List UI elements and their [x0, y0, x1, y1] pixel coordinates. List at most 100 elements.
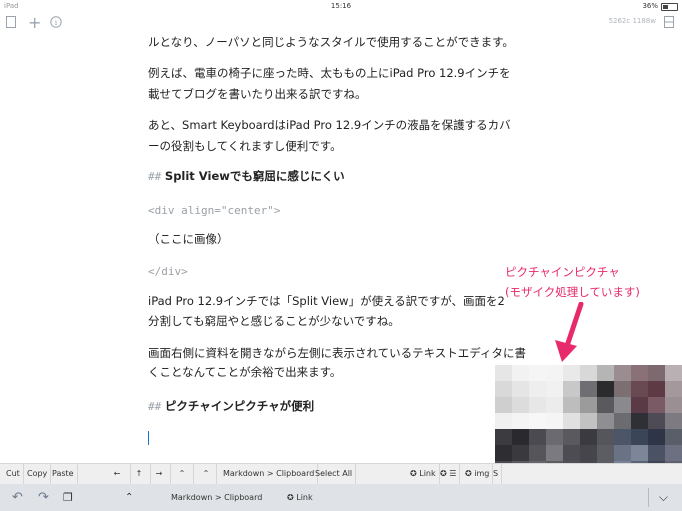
mosaic-tile [580, 413, 597, 429]
mosaic-tile [648, 381, 665, 397]
hide-keyboard-icon[interactable]: ⌵ [659, 484, 668, 511]
caret-key[interactable]: ⌃ [125, 484, 133, 511]
clock: 15:16 [330, 2, 352, 10]
mosaic-tile [495, 397, 512, 413]
mosaic-tile [580, 397, 597, 413]
mosaic-tile [614, 365, 631, 381]
battery-icon [661, 3, 678, 11]
mosaic-tile [546, 413, 563, 429]
copy-button[interactable]: Copy [24, 464, 52, 484]
editor-line: iPad Pro 12.9インチでは「Split View」が使える訳ですが、画… [148, 294, 505, 308]
mosaic-tile [512, 445, 529, 461]
editor-line: 載せてブログを書いたり出来る訳ですね。 [148, 87, 367, 101]
redo-icon[interactable]: ↷ [38, 484, 49, 511]
heading-marker: ## [148, 400, 162, 413]
annotation-arrow-icon [555, 302, 584, 362]
editor-topbar: + i [0, 12, 682, 34]
mosaic-tile [563, 445, 580, 461]
mosaic-tile [512, 397, 529, 413]
mosaic-tile [512, 429, 529, 445]
mosaic-tile [495, 365, 512, 381]
editor-line: ーの役割もしてくれますし便利です。 [148, 139, 342, 153]
paste-button[interactable]: Paste [49, 464, 78, 484]
mosaic-tile [597, 365, 614, 381]
mosaic-tile [563, 397, 580, 413]
keyboard-shortcut-bar: ↶ ↷ ❐ ⌃ Markdown > Clipboard ✪ Link ⌵ [0, 484, 682, 511]
image-placeholder: （ここに画像） [148, 232, 229, 246]
mosaic-tile [546, 381, 563, 397]
mosaic-tile [529, 381, 546, 397]
split-view-icon[interactable] [664, 16, 674, 31]
mosaic-tile [665, 381, 682, 397]
mosaic-tile [648, 397, 665, 413]
insert-link-button[interactable]: ✪ Link [407, 464, 440, 484]
mosaic-tile [597, 429, 614, 445]
word-count: 5262c 1188w [608, 17, 656, 25]
text-cursor [148, 431, 149, 445]
mosaic-tile [631, 429, 648, 445]
caret-button-2[interactable]: ⌃ [196, 464, 217, 484]
heading-pip: ## ピクチャインピクチャが便利 [148, 396, 314, 417]
cut-button[interactable]: Cut [3, 464, 24, 484]
insert-list-button[interactable]: ✪ ☰ [437, 464, 461, 484]
mosaic-tile [512, 413, 529, 429]
annotation-line: (モザイク処理しています) [505, 285, 640, 299]
paste-icon[interactable]: ❐ [63, 484, 73, 511]
mosaic-tile [597, 413, 614, 429]
mosaic-tile [631, 397, 648, 413]
mosaic-tile [614, 397, 631, 413]
editor-line: 分割しても窮屈やと感じることが少ないですね。 [148, 314, 400, 328]
undo-icon[interactable]: ↶ [12, 484, 23, 511]
mosaic-tile [563, 365, 580, 381]
info-icon[interactable]: i [50, 16, 62, 31]
select-all-button[interactable]: Select All [312, 464, 357, 484]
mosaic-tile [631, 445, 648, 461]
mosaic-tile [665, 413, 682, 429]
document-icon[interactable] [6, 16, 16, 31]
mosaic-tile [597, 381, 614, 397]
heading-text: ピクチャインピクチャが便利 [164, 399, 315, 413]
mosaic-tile [563, 413, 580, 429]
caret-button[interactable]: ⌃ [171, 464, 194, 484]
add-icon[interactable]: + [28, 13, 41, 32]
battery-percent: 36% [642, 2, 658, 10]
mosaic-tile [563, 429, 580, 445]
toolbar-more-button[interactable]: S [490, 464, 503, 484]
picture-in-picture-window[interactable] [495, 365, 682, 477]
mosaic-tile [631, 413, 648, 429]
mosaic-tile [665, 397, 682, 413]
div-close-tag: </div> [148, 265, 188, 278]
mosaic-tile [648, 365, 665, 381]
mosaic-tile [580, 429, 597, 445]
insert-image-button[interactable]: ✪ img [462, 464, 494, 484]
mosaic-tile [614, 413, 631, 429]
mosaic-tile [495, 445, 512, 461]
mosaic-tile [512, 381, 529, 397]
mosaic-tile [648, 413, 665, 429]
svg-text:i: i [55, 19, 58, 27]
mosaic-tile [631, 381, 648, 397]
mosaic-tile [529, 429, 546, 445]
mosaic-tile [614, 381, 631, 397]
mosaic-tile [529, 365, 546, 381]
div-open-tag: <div align="center"> [148, 204, 281, 217]
link-key[interactable]: ✪ Link [287, 484, 313, 511]
heading-marker: ## [148, 170, 162, 183]
editor-line: 例えば、電車の椅子に座った時、太ももの上にiPad Pro 12.9インチを [148, 66, 511, 80]
editor-line: あと、Smart KeyboardはiPad Pro 12.9インチの液晶を保護… [148, 118, 511, 132]
mosaic-tile [665, 429, 682, 445]
mosaic-tile [529, 397, 546, 413]
mosaic-tile [495, 381, 512, 397]
cursor-left-button[interactable]: ← [104, 464, 131, 484]
mosaic-tile [597, 445, 614, 461]
mosaic-tile [546, 429, 563, 445]
markdown-clipboard-button[interactable]: Markdown > Clipboard [220, 464, 319, 484]
mosaic-tile [546, 397, 563, 413]
pip-annotation: ピクチャインピクチャ (モザイク処理しています) [505, 262, 640, 302]
markdown-clipboard-key[interactable]: Markdown > Clipboard [171, 484, 262, 511]
mosaic-tile [546, 445, 563, 461]
mosaic-tile [495, 429, 512, 445]
mosaic-tile [512, 365, 529, 381]
mosaic-tile [563, 381, 580, 397]
cursor-right-button[interactable]: → [148, 464, 171, 484]
